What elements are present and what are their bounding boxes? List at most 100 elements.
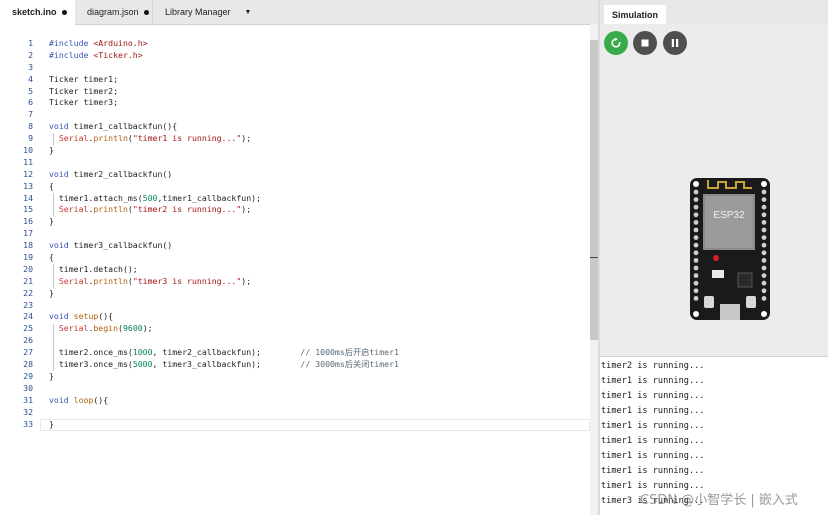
code-line[interactable]: 27 timer2.once_ms(1000, timer2_callbackf… xyxy=(0,347,590,359)
esp32-board[interactable]: ESP32 xyxy=(690,178,770,320)
board-pin[interactable] xyxy=(761,250,767,256)
board-pin[interactable] xyxy=(761,296,767,301)
unsaved-dot-icon xyxy=(61,10,67,16)
chevron-down-icon[interactable]: ▼ xyxy=(245,1,252,25)
code-text: void loop(){ xyxy=(49,394,109,405)
line-number: 14 xyxy=(23,192,33,203)
board-pin[interactable] xyxy=(761,280,767,286)
board-pin[interactable] xyxy=(693,288,699,294)
code-line[interactable]: 10} xyxy=(0,145,590,157)
tab-simulation[interactable]: Simulation xyxy=(604,5,666,25)
indent-guide xyxy=(53,133,54,146)
code-line[interactable]: 22} xyxy=(0,288,590,300)
code-line[interactable]: 32 xyxy=(0,407,590,419)
code-line[interactable]: 5 Ticker timer2; xyxy=(0,86,590,98)
code-text: { xyxy=(49,180,54,191)
code-line[interactable]: 1 #include <Arduino.h> xyxy=(0,38,590,50)
code-line[interactable]: 30 xyxy=(0,383,590,395)
code-line[interactable]: 25 Serial.begin(9600); xyxy=(0,323,590,335)
code-line[interactable]: 2 #include <Ticker.h> xyxy=(0,50,590,62)
line-number: 31 xyxy=(23,394,33,405)
stop-button[interactable] xyxy=(633,31,657,55)
watermark: CSDN @小智学长 | 嵌入式 xyxy=(640,493,798,508)
line-number: 22 xyxy=(23,287,33,298)
tab-sketch-ino[interactable]: sketch.ino xyxy=(0,0,75,25)
code-line[interactable]: 26 xyxy=(0,335,590,347)
code-line[interactable]: 3 xyxy=(0,62,590,74)
tab-library-manager[interactable]: Library Manager ▼ xyxy=(153,0,253,24)
code-line[interactable]: 24 void setup(){ xyxy=(0,311,590,323)
board-pin[interactable] xyxy=(693,220,699,225)
line-number: 30 xyxy=(23,382,33,393)
line-number: 3 xyxy=(28,61,33,72)
simulation-canvas[interactable]: ESP32 xyxy=(600,24,828,356)
code-line[interactable]: 29} xyxy=(0,371,590,383)
board-pin[interactable] xyxy=(761,220,767,225)
line-number: 11 xyxy=(23,156,33,167)
board-pin[interactable] xyxy=(693,265,699,271)
line-number: 26 xyxy=(23,335,33,346)
line-number: 1 xyxy=(28,38,33,48)
simulation-tab-bar: Simulation xyxy=(600,0,828,25)
board-pin[interactable] xyxy=(693,204,699,210)
simulation-pane: Simulation ESP32 timer2 is running... ti… xyxy=(600,0,828,515)
code-editor[interactable]: 1 #include <Arduino.h> 2 #include <Ticker.h… xyxy=(0,38,590,430)
tab-label: sketch.ino xyxy=(12,7,57,17)
scrollbar-thumb[interactable] xyxy=(590,40,598,340)
board-pin[interactable] xyxy=(761,212,767,218)
code-line[interactable]: 21 Serial.println("timer3 is running..."… xyxy=(0,276,590,288)
line-number: 32 xyxy=(23,406,33,417)
board-pin[interactable] xyxy=(761,273,767,278)
pause-button[interactable] xyxy=(663,31,687,55)
board-pin[interactable] xyxy=(761,197,767,202)
code-line[interactable]: 20 timer1.detach(); xyxy=(0,264,590,276)
code-text: Serial.begin(9600); xyxy=(58,323,153,334)
board-pin[interactable] xyxy=(693,280,699,286)
code-line[interactable]: 6 Ticker timer3; xyxy=(0,97,590,109)
board-pin[interactable] xyxy=(693,227,699,233)
board-pin[interactable] xyxy=(761,265,767,271)
tab-diagram-json[interactable]: diagram.json xyxy=(75,0,153,24)
line-number: 10 xyxy=(23,145,33,156)
board-pin[interactable] xyxy=(761,189,767,195)
code-line[interactable]: 12 void timer2_callbackfun() xyxy=(0,169,590,181)
board-pin[interactable] xyxy=(693,296,699,301)
board-pin[interactable] xyxy=(761,288,767,294)
code-line[interactable]: 7 xyxy=(0,109,590,121)
board-pin[interactable] xyxy=(693,258,699,263)
code-line[interactable]: 31 void loop(){ xyxy=(0,395,590,407)
board-pin[interactable] xyxy=(693,242,699,248)
code-line[interactable]: 17 xyxy=(0,228,590,240)
code-line[interactable]: 19 { xyxy=(0,252,590,264)
board-pin[interactable] xyxy=(693,197,699,202)
line-number: 12 xyxy=(23,168,33,179)
code-line[interactable]: 18 void timer3_callbackfun() xyxy=(0,240,590,252)
code-line[interactable]: 16} xyxy=(0,216,590,228)
code-line[interactable]: 4 Ticker timer1; xyxy=(0,74,590,86)
esp32-chip-label: ESP32 xyxy=(713,210,745,221)
board-pin[interactable] xyxy=(761,242,767,248)
board-pin[interactable] xyxy=(761,235,767,240)
code-line[interactable]: 15 Serial.println("timer2 is running..."… xyxy=(0,204,590,216)
board-pin[interactable] xyxy=(693,212,699,218)
board-pin[interactable] xyxy=(693,273,699,278)
code-line[interactable]: 28 timer3.once_ms(5000, timer3_callbackf… xyxy=(0,359,590,371)
code-line[interactable]: 11 xyxy=(0,157,590,169)
board-pin[interactable] xyxy=(693,250,699,256)
board-pin[interactable] xyxy=(693,189,699,195)
code-text: void timer3_callbackfun() xyxy=(49,240,173,251)
board-pin[interactable] xyxy=(761,204,767,210)
code-line[interactable]: 9 Serial.println("timer1 is running...")… xyxy=(0,133,590,145)
restart-button[interactable] xyxy=(604,31,628,55)
code-line[interactable]: 13 { xyxy=(0,181,590,193)
code-line[interactable]: 14 timer1.attach_ms(500,timer1_callbackf… xyxy=(0,193,590,205)
code-line[interactable]: 8 void timer1_callbackfun(){ xyxy=(0,121,590,133)
board-pin[interactable] xyxy=(693,235,699,240)
board-pin[interactable] xyxy=(761,258,767,263)
editor-pane: sketch.ino diagram.json Library Manager ▼… xyxy=(0,0,598,515)
serial-monitor-divider[interactable] xyxy=(600,356,828,357)
line-number: 23 xyxy=(23,299,33,310)
board-pin[interactable] xyxy=(761,227,767,233)
code-line[interactable]: 23 xyxy=(0,300,590,312)
code-text: Serial.println("timer1 is running..."); xyxy=(58,133,252,144)
